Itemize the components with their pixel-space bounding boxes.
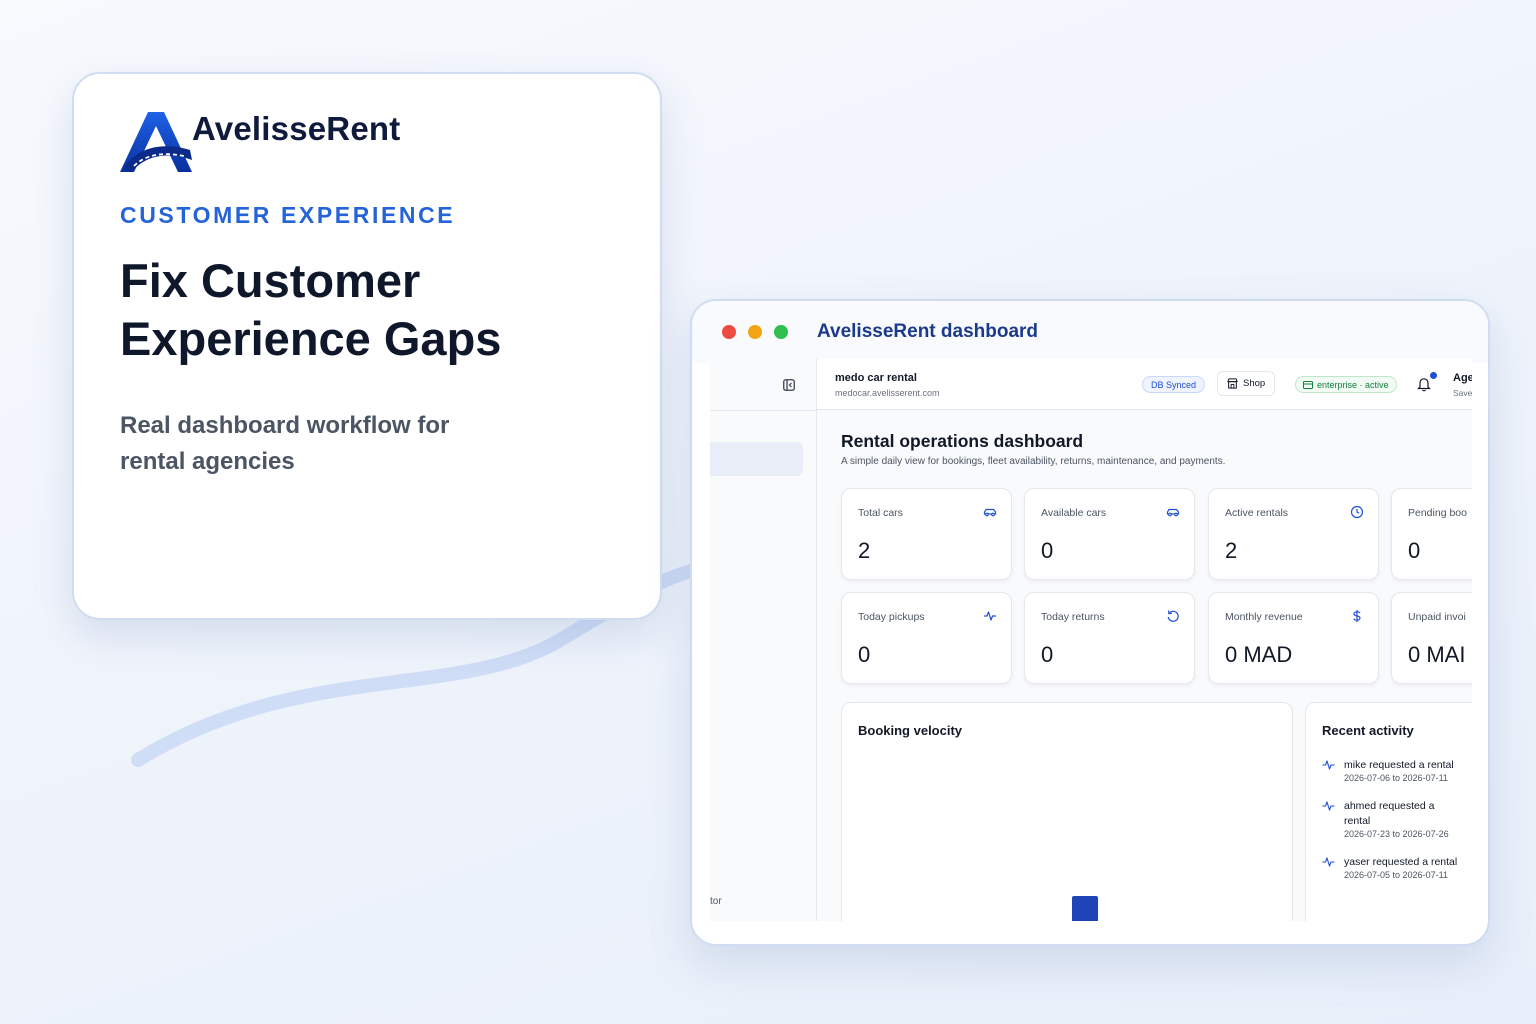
rotate-icon bbox=[1167, 610, 1179, 622]
plan-badge-label: enterprise · active bbox=[1317, 379, 1389, 390]
recent-activity-title: Recent activity bbox=[1322, 723, 1414, 738]
brand-lockup: AvelisseRent bbox=[120, 110, 540, 174]
db-synced-badge: DB Synced bbox=[1142, 376, 1206, 393]
page-title: Rental operations dashboard bbox=[841, 431, 1084, 451]
stat-value: 0 MAI bbox=[1408, 642, 1466, 667]
user-role: Save bbox=[1453, 388, 1472, 398]
promo-card: AvelisseRent CUSTOMER EXPERIENCE Fix Cus… bbox=[72, 72, 662, 620]
window-titlebar: AvelisseRent dashboard bbox=[692, 301, 1488, 363]
app-header: medo car rental medocar.avelisserent.com… bbox=[817, 359, 1472, 410]
headline: Fix Customer Experience Gaps bbox=[120, 254, 502, 365]
activity-item[interactable]: yaser requested a rental 2026-07-05 to 2… bbox=[1322, 855, 1472, 889]
stat-label: Unpaid invoi bbox=[1408, 611, 1466, 623]
notification-dot bbox=[1430, 372, 1437, 379]
booking-velocity-panel: Booking velocity bbox=[841, 702, 1293, 921]
stat-label: Monthly revenue bbox=[1225, 611, 1303, 623]
road-a-logo-icon bbox=[120, 112, 192, 172]
stat-label: Pending boo bbox=[1408, 507, 1467, 519]
clock-icon bbox=[1350, 505, 1364, 519]
stat-label: Available cars bbox=[1041, 507, 1107, 519]
stat-value: 2 bbox=[858, 538, 871, 563]
stat-card-monthly-revenue[interactable]: Monthly revenue 0 MAD bbox=[1208, 592, 1379, 684]
brand-name: AvelisseRent bbox=[192, 110, 401, 147]
window-title: AvelisseRent dashboard bbox=[817, 321, 1039, 342]
sidebar-collapse-icon[interactable] bbox=[783, 379, 795, 391]
stat-card-available-cars[interactable]: Available cars 0 bbox=[1024, 488, 1195, 580]
activity-item[interactable]: mike requested a rental 2026-07-06 to 20… bbox=[1322, 758, 1472, 792]
org-domain[interactable]: medocar.avelisserent.com bbox=[835, 388, 940, 398]
stat-label: Total cars bbox=[858, 507, 903, 519]
activity-text: mike requested a rental bbox=[1344, 759, 1454, 771]
shop-button-label: Shop bbox=[1243, 377, 1266, 389]
window-close-button[interactable] bbox=[722, 325, 736, 339]
booking-velocity-title: Booking velocity bbox=[858, 723, 963, 738]
sidebar-footer-text: tor bbox=[710, 896, 722, 907]
stat-value: 0 bbox=[1041, 642, 1054, 667]
activity-item[interactable]: ahmed requested a rental 2026-07-23 to 2… bbox=[1322, 799, 1472, 847]
dashboard-window: AvelisseRent dashboard tor medo car rent… bbox=[690, 299, 1490, 946]
activity-dates: 2026-07-05 to 2026-07-11 bbox=[1344, 870, 1448, 880]
user-name[interactable]: Age bbox=[1453, 372, 1472, 384]
velocity-bar[interactable] bbox=[1072, 896, 1098, 921]
recent-activity-panel: Recent activity mike requested a rental … bbox=[1305, 702, 1472, 921]
car-icon bbox=[983, 508, 997, 517]
stat-value: 0 bbox=[1041, 538, 1054, 563]
stat-value: 0 bbox=[858, 642, 871, 667]
stat-card-total-cars[interactable]: Total cars 2 bbox=[841, 488, 1012, 580]
store-icon bbox=[1227, 378, 1238, 389]
app-sidebar: tor bbox=[710, 359, 817, 921]
window-maximize-button[interactable] bbox=[774, 325, 788, 339]
activity-icon bbox=[1322, 801, 1335, 811]
dollar-icon bbox=[1353, 610, 1361, 622]
activity-icon bbox=[1322, 760, 1335, 770]
activity-icon bbox=[1322, 857, 1335, 867]
activity-text: ahmed requested a rental bbox=[1344, 800, 1435, 827]
activity-dates: 2026-07-06 to 2026-07-11 bbox=[1344, 773, 1448, 783]
stat-label: Today returns bbox=[1041, 611, 1105, 623]
main-content: Rental operations dashboard A simple dai… bbox=[817, 410, 1472, 921]
page-subtitle: A simple daily view for bookings, fleet … bbox=[841, 456, 1226, 467]
stat-label: Today pickups bbox=[858, 611, 925, 623]
credit-card-icon bbox=[1303, 380, 1313, 389]
eyebrow-label: CUSTOMER EXPERIENCE bbox=[120, 202, 456, 228]
stat-value: 0 MAD bbox=[1225, 642, 1293, 667]
app-viewport: tor medo car rental medocar.avelisserent… bbox=[710, 359, 1472, 921]
stat-card-active-rentals[interactable]: Active rentals 2 bbox=[1208, 488, 1379, 580]
sidebar-divider bbox=[710, 410, 817, 411]
activity-dates: 2026-07-23 to 2026-07-26 bbox=[1344, 829, 1449, 839]
stat-card-unpaid-invoices[interactable]: Unpaid invoi 0 MAI bbox=[1391, 592, 1472, 684]
activity-icon bbox=[984, 611, 996, 621]
plan-badge: enterprise · active bbox=[1295, 376, 1397, 393]
stat-value: 0 bbox=[1408, 538, 1421, 563]
stat-label: Active rentals bbox=[1225, 507, 1289, 519]
sidebar-item-active[interactable] bbox=[710, 442, 803, 476]
activity-text: yaser requested a rental bbox=[1344, 856, 1458, 868]
window-minimize-button[interactable] bbox=[748, 325, 762, 339]
stat-card-today-pickups[interactable]: Today pickups 0 bbox=[841, 592, 1012, 684]
bell-icon[interactable] bbox=[1417, 376, 1431, 392]
car-icon bbox=[1166, 508, 1180, 517]
stat-value: 2 bbox=[1225, 538, 1238, 563]
org-name: medo car rental bbox=[835, 372, 917, 384]
stat-card-pending-bookings[interactable]: Pending boo 0 bbox=[1391, 488, 1472, 580]
stat-card-today-returns[interactable]: Today returns 0 bbox=[1024, 592, 1195, 684]
subline: Real dashboard workflow for rental agenc… bbox=[120, 412, 450, 475]
shop-button[interactable]: Shop bbox=[1217, 371, 1276, 396]
